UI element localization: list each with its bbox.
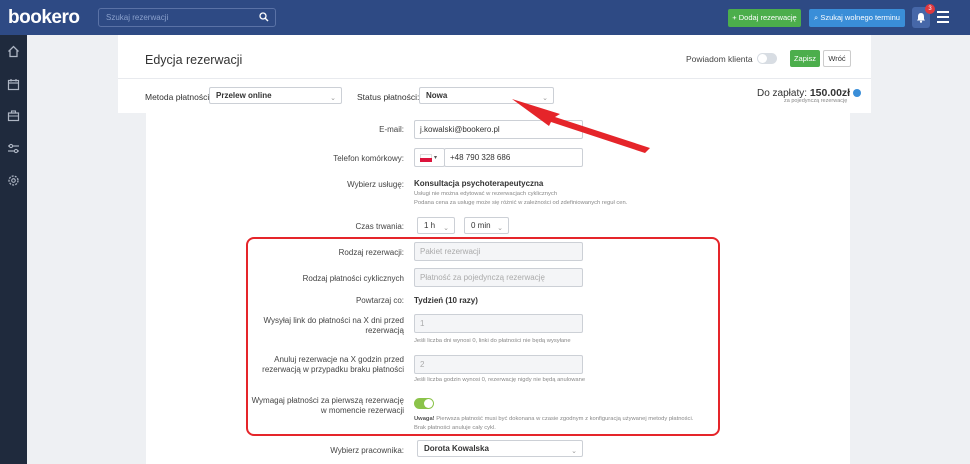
- phone-field[interactable]: +48 790 328 686: [444, 148, 583, 167]
- duration-label: Czas trwania:: [355, 222, 404, 231]
- find-free-slot-button[interactable]: ⌕ Szukaj wolnego terminu: [809, 9, 905, 27]
- add-booking-button[interactable]: + Dodaj rezerwację: [728, 9, 801, 27]
- chevron-down-icon: ⌄: [571, 448, 577, 455]
- search-icon[interactable]: [259, 12, 269, 22]
- duration-minutes-select[interactable]: 0 min ⌄: [464, 217, 509, 234]
- payment-method-label: Metoda płatności:: [145, 92, 212, 102]
- service-note-price: Podana cena za usługę może się różnić w …: [414, 200, 628, 206]
- payment-status-value: Nowa: [426, 91, 448, 100]
- header-divider: [118, 78, 871, 79]
- save-button[interactable]: Zapisz: [790, 50, 820, 67]
- email-field[interactable]: j.kowalski@bookero.pl: [414, 120, 583, 139]
- menu-icon[interactable]: [937, 11, 949, 23]
- back-button[interactable]: Wróć: [823, 50, 851, 67]
- gear-icon[interactable]: [7, 174, 20, 187]
- employee-select[interactable]: Dorota Kowalska ⌄: [417, 440, 583, 457]
- chevron-down-icon: ⌄: [330, 95, 336, 102]
- phone-label: Telefon komórkowy:: [333, 154, 404, 163]
- highlight-box: [246, 237, 720, 436]
- employee-label: Wybierz pracownika:: [330, 446, 404, 455]
- sliders-icon[interactable]: [7, 142, 20, 155]
- home-icon[interactable]: [7, 45, 20, 58]
- notification-count-badge: 3: [925, 4, 935, 14]
- info-icon[interactable]: [852, 89, 861, 98]
- chevron-down-icon: ⌄: [497, 225, 503, 232]
- poland-flag-icon: [420, 154, 432, 162]
- payment-method-select[interactable]: Przelew online ⌄: [209, 87, 342, 104]
- chevron-down-icon: ▾: [434, 155, 438, 161]
- employee-value: Dorota Kowalska: [424, 444, 489, 453]
- payment-method-value: Przelew online: [216, 91, 272, 100]
- find-free-slot-label: Szukaj wolnego terminu: [820, 13, 900, 22]
- duration-hours-select[interactable]: 1 h ⌄: [417, 217, 455, 234]
- page-title: Edycja rezerwacji: [145, 53, 243, 67]
- search-input[interactable]: [99, 9, 249, 26]
- bookero-logo[interactable]: bookero: [8, 7, 80, 29]
- search-box[interactable]: [98, 8, 276, 27]
- service-label: Wybierz usługę:: [347, 180, 404, 189]
- bell-icon: [917, 13, 925, 23]
- briefcase-icon[interactable]: [7, 109, 20, 122]
- payment-status-label: Status płatności:: [357, 92, 420, 102]
- chevron-down-icon: ⌄: [542, 95, 548, 102]
- notify-client-toggle[interactable]: [757, 53, 777, 64]
- sidebar: [0, 35, 27, 464]
- chevron-down-icon: ⌄: [443, 225, 449, 232]
- email-label: E-mail:: [379, 125, 404, 134]
- calendar-icon[interactable]: [7, 78, 20, 91]
- notify-client-label: Powiadom klienta: [686, 54, 753, 64]
- service-value: Konsultacja psychoterapeutyczna: [414, 179, 544, 188]
- duration-minutes-value: 0 min: [471, 221, 491, 230]
- payment-status-select[interactable]: Nowa ⌄: [419, 87, 554, 104]
- duration-hours-value: 1 h: [424, 221, 436, 230]
- service-note-cyclic: Usługi nie można edytować w rezerwacjach…: [414, 191, 558, 197]
- top-navbar: bookero + Dodaj rezerwację ⌕ Szukaj woln…: [0, 0, 970, 35]
- to-pay-subtext: za pojedynczą rezerwację: [784, 98, 848, 104]
